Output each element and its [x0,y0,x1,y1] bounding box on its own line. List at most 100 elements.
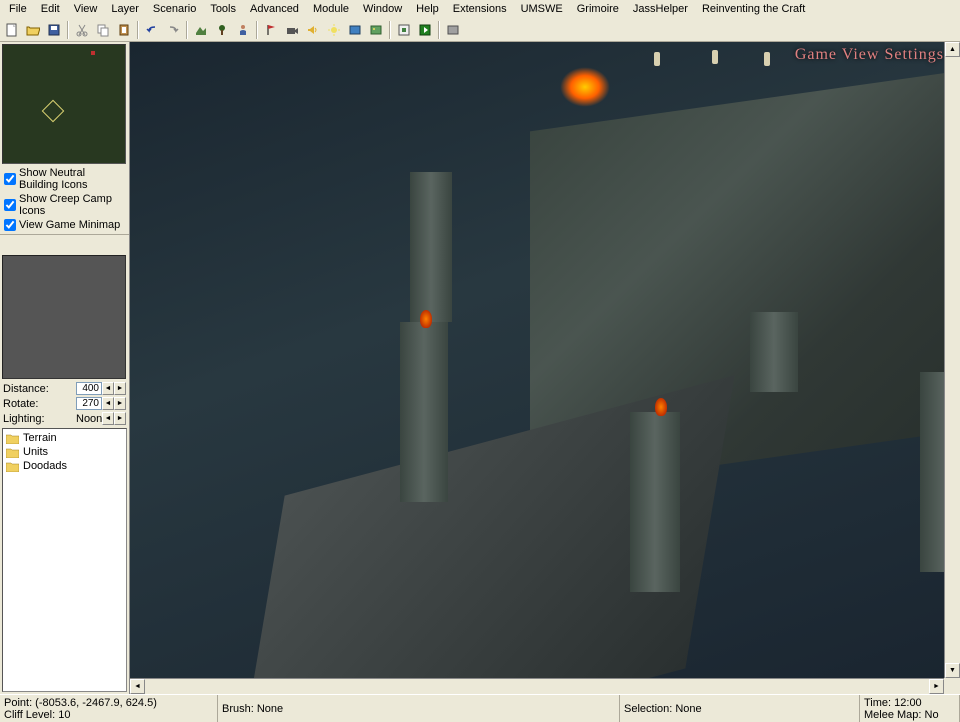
scene-pillar [630,412,680,592]
game-view-settings-link[interactable]: Game View Settings [795,46,944,64]
spinner-left-button[interactable]: ◄ [102,382,114,395]
lighting-tool-button[interactable] [324,20,344,40]
option-neutral-buildings[interactable]: Show Neutral Building Icons [0,166,129,192]
scene-candle-icon [764,52,770,66]
status-point-text: Point: (-8053.6, -2467.9, 624.5) [4,697,213,709]
menu-jasshelper[interactable]: JassHelper [626,1,695,17]
toolbar [0,18,960,42]
scene-candle-icon [654,52,660,66]
menu-layer[interactable]: Layer [104,1,146,17]
menu-tools[interactable]: Tools [203,1,243,17]
paste-button[interactable] [114,20,134,40]
sound-tool-button[interactable] [303,20,323,40]
picture-tool-button[interactable] [366,20,386,40]
checkbox-game-minimap[interactable] [4,219,16,231]
status-selection: Selection: None [620,695,860,722]
menu-window[interactable]: Window [356,1,409,17]
object-tree[interactable]: Terrain Units Doodads [2,428,127,692]
menu-module[interactable]: Module [306,1,356,17]
undo-button[interactable] [142,20,162,40]
toolbar-separator [389,21,391,39]
option-creep-camps[interactable]: Show Creep Camp Icons [0,192,129,218]
rotate-input[interactable] [76,397,102,410]
minimap[interactable] [2,44,126,164]
param-lighting: Lighting: Noon ◄ ► [0,411,129,426]
toolbar-separator [67,21,69,39]
tree-item-terrain[interactable]: Terrain [5,431,124,445]
status-bar: Point: (-8053.6, -2467.9, 624.5) Cliff L… [0,694,960,722]
unit-tool-button[interactable] [233,20,253,40]
status-melee-text: Melee Map: No [864,709,955,721]
status-time-text: Time: 12:00 [864,697,955,709]
copy-button[interactable] [93,20,113,40]
doodad-tool-button[interactable] [212,20,232,40]
menu-file[interactable]: File [2,1,34,17]
scroll-right-button[interactable]: ► [929,679,944,694]
menu-umswe[interactable]: UMSWE [514,1,570,17]
option-label: Show Neutral Building Icons [19,167,125,191]
param-rotate: Rotate: ◄ ► [0,396,129,411]
tree-item-units[interactable]: Units [5,445,124,459]
cut-button[interactable] [72,20,92,40]
folder-icon [6,461,19,472]
test-map-button[interactable] [415,20,435,40]
param-distance: Distance: ◄ ► [0,381,129,396]
option-game-minimap[interactable]: View Game Minimap [0,218,129,235]
export-tool-button[interactable] [394,20,414,40]
menu-help[interactable]: Help [409,1,446,17]
scene-brazier-icon [560,67,610,107]
param-label: Lighting: [3,413,76,425]
param-label: Distance: [3,383,76,395]
folder-icon [6,447,19,458]
menu-view[interactable]: View [67,1,105,17]
main-area: Show Neutral Building Icons Show Creep C… [0,42,960,694]
save-file-button[interactable] [44,20,64,40]
scroll-down-button[interactable]: ▼ [945,663,960,678]
viewport[interactable]: Game View Settings ▲ ▼ ◄ ► [130,42,960,694]
tree-item-doodads[interactable]: Doodads [5,459,124,473]
open-file-button[interactable] [23,20,43,40]
menu-reinventing[interactable]: Reinventing the Craft [695,1,812,17]
option-label: View Game Minimap [19,219,120,231]
distance-input[interactable] [76,382,102,395]
new-file-button[interactable] [2,20,22,40]
spinner-right-button[interactable]: ► [114,412,126,425]
camera-tool-button[interactable] [282,20,302,40]
settings-tool-button[interactable] [443,20,463,40]
menu-extensions[interactable]: Extensions [446,1,514,17]
toolbar-separator [186,21,188,39]
horizontal-scrollbar[interactable]: ◄ ► [130,678,944,694]
preview-panel [2,255,126,379]
menu-edit[interactable]: Edit [34,1,67,17]
tree-label: Terrain [23,432,57,444]
checkbox-neutral-buildings[interactable] [4,173,16,185]
spinner-left-button[interactable]: ◄ [102,397,114,410]
spinner-right-button[interactable]: ► [114,397,126,410]
vertical-scrollbar[interactable]: ▲ ▼ [944,42,960,678]
menu-bar: File Edit View Layer Scenario Tools Adva… [0,0,960,18]
spinner-left-button[interactable]: ◄ [102,412,114,425]
status-point: Point: (-8053.6, -2467.9, 624.5) Cliff L… [0,695,218,722]
spinner-right-button[interactable]: ► [114,382,126,395]
tree-label: Units [23,446,48,458]
region-tool-button[interactable] [345,20,365,40]
toolbar-separator [256,21,258,39]
menu-grimoire[interactable]: Grimoire [570,1,626,17]
flag-tool-button[interactable] [261,20,281,40]
minimap-camera-icon [42,100,65,123]
redo-button[interactable] [163,20,183,40]
status-brush-text: Brush: None [222,703,615,715]
menu-scenario[interactable]: Scenario [146,1,203,17]
option-label: Show Creep Camp Icons [19,193,125,217]
minimap-marker-icon [91,51,95,55]
viewport-scene[interactable] [130,42,944,678]
terrain-tool-button[interactable] [191,20,211,40]
menu-advanced[interactable]: Advanced [243,1,306,17]
scene-pillar [400,322,448,502]
checkbox-creep-camps[interactable] [4,199,16,211]
scroll-left-button[interactable]: ◄ [130,679,145,694]
left-panel: Show Neutral Building Icons Show Creep C… [0,42,130,694]
lighting-value: Noon [76,413,102,425]
scene-torch-icon [420,310,432,328]
scroll-up-button[interactable]: ▲ [945,42,960,57]
